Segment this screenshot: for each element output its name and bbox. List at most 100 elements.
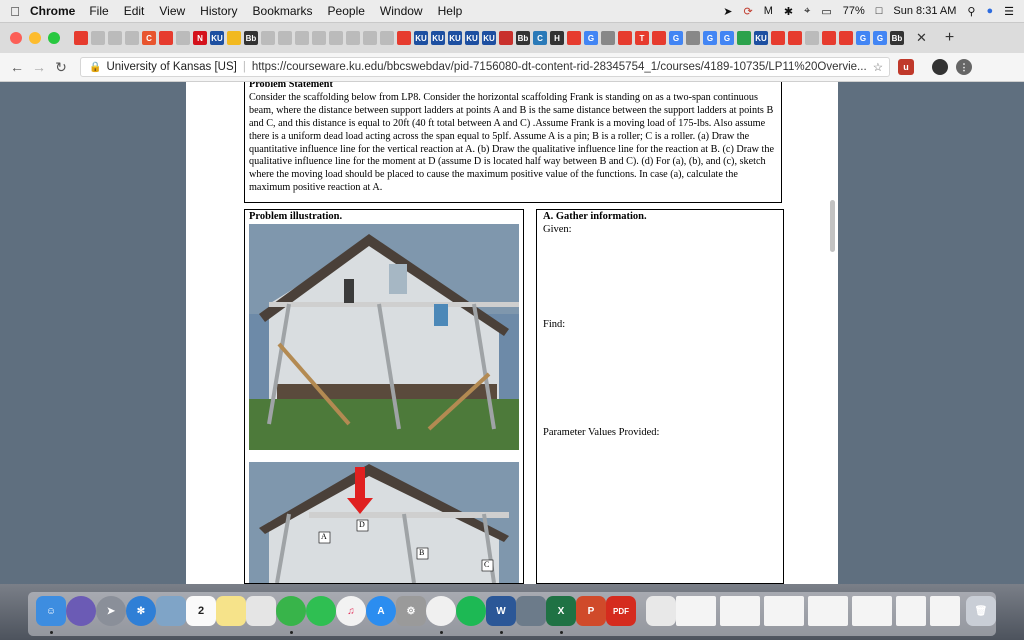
minimized-window-1[interactable] (676, 596, 716, 626)
menu-file[interactable]: File (89, 4, 108, 18)
trash-icon[interactable]: 🗑 (966, 596, 996, 626)
tab-favicon-46[interactable] (839, 31, 853, 45)
tab-favicon-20[interactable] (397, 31, 411, 45)
tab-favicon-4[interactable] (125, 31, 139, 45)
minimize-window-button[interactable] (29, 32, 41, 44)
tab-favicon-3[interactable] (108, 31, 122, 45)
gmail-icon[interactable]: M (764, 5, 773, 17)
tab-favicon-42[interactable] (771, 31, 785, 45)
tab-favicon-9[interactable]: KU (210, 31, 224, 45)
location-arrow-icon[interactable]: ➤ (723, 5, 732, 18)
tab-favicon-32[interactable] (601, 31, 615, 45)
tab-favicon-14[interactable] (295, 31, 309, 45)
excel-icon[interactable]: X (546, 596, 576, 626)
finder-icon[interactable]: ☺ (36, 596, 66, 626)
minimized-window-3[interactable] (764, 596, 804, 626)
minimized-window-5[interactable] (852, 596, 892, 626)
tab-favicon-43[interactable] (788, 31, 802, 45)
messages-icon[interactable] (276, 596, 306, 626)
menu-people[interactable]: People (328, 4, 365, 18)
tab-favicon-31[interactable]: G (584, 31, 598, 45)
minimized-window-2[interactable] (720, 596, 760, 626)
powerpoint-icon[interactable]: P (576, 596, 606, 626)
forward-icon[interactable]: → (28, 59, 50, 75)
bookmark-star-icon[interactable]: ☆ (873, 60, 883, 74)
menu-window[interactable]: Window (380, 4, 423, 18)
tab-favicon-44[interactable] (805, 31, 819, 45)
tab-favicon-28[interactable]: C (533, 31, 547, 45)
close-window-button[interactable] (10, 32, 22, 44)
tab-favicon-15[interactable] (312, 31, 326, 45)
pdf-app-icon[interactable]: PDF (606, 596, 636, 626)
notification-center-icon[interactable]: ☰ (1004, 5, 1014, 18)
chrome-menu-icon[interactable]: ⋮ (956, 59, 972, 75)
back-icon[interactable]: ← (6, 59, 28, 75)
tab-favicon-37[interactable] (686, 31, 700, 45)
spotify-icon[interactable] (456, 596, 486, 626)
tab-favicon-41[interactable]: KU (754, 31, 768, 45)
tab-favicon-24[interactable]: KU (465, 31, 479, 45)
tab-favicon-47[interactable]: G (856, 31, 870, 45)
close-tab-icon[interactable]: ✕ (916, 30, 927, 46)
profile-avatar[interactable] (932, 59, 948, 75)
tab-favicon-29[interactable]: H (550, 31, 564, 45)
safari-icon[interactable]: ✻ (126, 596, 156, 626)
tab-favicon-26[interactable] (499, 31, 513, 45)
menu-history[interactable]: History (200, 4, 237, 18)
tab-favicon-45[interactable] (822, 31, 836, 45)
siri-icon[interactable]: ● (986, 5, 993, 17)
tab-favicon-22[interactable]: KU (431, 31, 445, 45)
new-tab-button[interactable]: + (945, 29, 954, 47)
notes-icon[interactable] (216, 596, 246, 626)
tab-favicon-5[interactable]: C (142, 31, 156, 45)
battery-icon[interactable]: □ (876, 5, 883, 17)
bluetooth-icon[interactable]: ✱ (784, 5, 793, 18)
battery-percent[interactable]: 77% (843, 5, 865, 17)
siri-dock-icon[interactable] (66, 596, 96, 626)
tab-favicon-25[interactable]: KU (482, 31, 496, 45)
tab-favicon-6[interactable] (159, 31, 173, 45)
tab-favicon-33[interactable] (618, 31, 632, 45)
tab-favicon-10[interactable] (227, 31, 241, 45)
recent-document-icon[interactable] (646, 596, 676, 626)
tab-favicon-7[interactable] (176, 31, 190, 45)
tab-favicon-30[interactable] (567, 31, 581, 45)
menu-edit[interactable]: Edit (124, 4, 145, 18)
system-preferences-icon[interactable]: ⚙ (396, 596, 426, 626)
tab-favicon-38[interactable]: G (703, 31, 717, 45)
apple-icon[interactable]:  (0, 4, 30, 19)
sync-icon[interactable]: ⟳ (744, 5, 753, 18)
tab-favicon-27[interactable]: Bb (516, 31, 530, 45)
reminders-icon[interactable] (246, 596, 276, 626)
photos-app-icon[interactable] (156, 596, 186, 626)
menu-view[interactable]: View (159, 4, 185, 18)
tab-favicon-23[interactable]: KU (448, 31, 462, 45)
site-identity[interactable]: University of Kansas [US] (106, 61, 236, 73)
spotlight-icon[interactable]: ⚲ (967, 5, 975, 18)
menu-bookmarks[interactable]: Bookmarks (253, 4, 313, 18)
tab-favicon-18[interactable] (363, 31, 377, 45)
minimized-window-4[interactable] (808, 596, 848, 626)
tab-favicon-13[interactable] (278, 31, 292, 45)
minimized-window-6[interactable] (896, 596, 926, 626)
calendar-icon[interactable]: 2 (186, 596, 216, 626)
tab-favicon-40[interactable] (737, 31, 751, 45)
tab-favicon-16[interactable] (329, 31, 343, 45)
facetime-icon[interactable] (306, 596, 336, 626)
tab-favicon-49[interactable]: Bb (890, 31, 904, 45)
tab-favicon-39[interactable]: G (720, 31, 734, 45)
address-bar[interactable]: 🔒 University of Kansas [US] | https://co… (80, 57, 890, 77)
airplay-icon[interactable]: ▭ (821, 5, 831, 18)
itunes-icon[interactable]: ♫ (336, 596, 366, 626)
reload-icon[interactable]: ↻ (50, 59, 72, 76)
tab-favicon-48[interactable]: G (873, 31, 887, 45)
tab-favicon-35[interactable] (652, 31, 666, 45)
tab-favicon-8[interactable]: N (193, 31, 207, 45)
lock-icon[interactable]: 🔒 (89, 62, 101, 73)
tab-favicon-21[interactable]: KU (414, 31, 428, 45)
tab-favicon-1[interactable] (74, 31, 88, 45)
tab-favicon-36[interactable]: G (669, 31, 683, 45)
address-url[interactable]: https://courseware.ku.edu/bbcswebdav/pid… (252, 61, 867, 73)
minimized-window-7[interactable] (930, 596, 960, 626)
zoom-window-button[interactable] (48, 32, 60, 44)
